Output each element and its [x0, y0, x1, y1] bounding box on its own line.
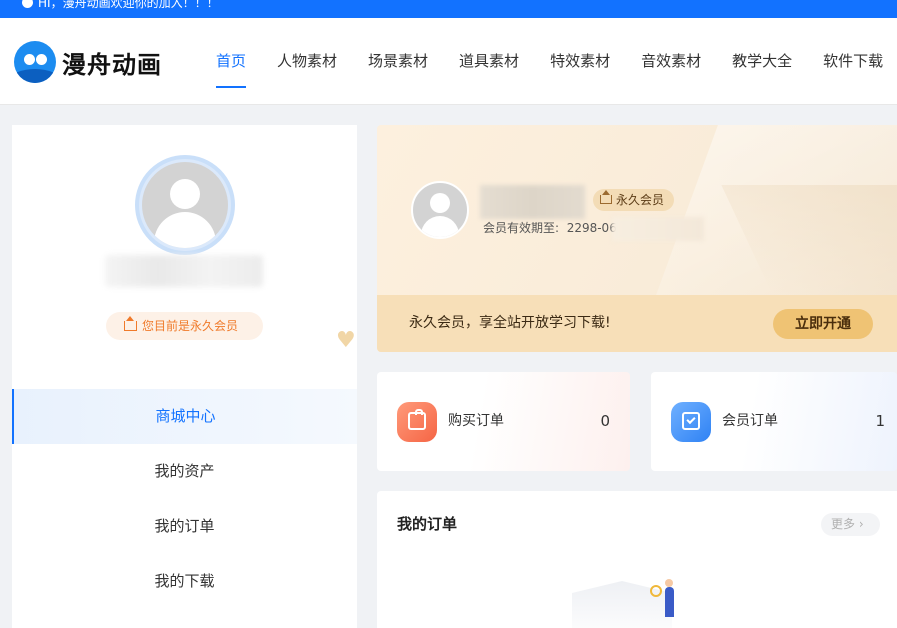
- open-vip-button[interactable]: 立即开通: [773, 309, 873, 339]
- checklist-icon: [671, 402, 711, 442]
- sidebar-item-shop-center[interactable]: 商城中心: [12, 389, 357, 444]
- nav-item-effects[interactable]: 特效素材: [550, 18, 610, 105]
- logo-icon: [14, 41, 56, 83]
- my-orders-title: 我的订单: [397, 515, 458, 533]
- heart-icon: ♥: [336, 328, 356, 353]
- purchase-orders-count: 0: [600, 412, 610, 430]
- vip-status-text: 您目前是永久会员: [142, 319, 239, 333]
- user-sidebar: 您目前是永久会员 ♥ 商城中心 我的资产 我的订单 我的下载: [12, 125, 357, 628]
- purchase-orders-card[interactable]: 购买订单 0: [377, 372, 630, 471]
- nav-item-scene[interactable]: 场景素材: [368, 18, 428, 105]
- vip-orders-card[interactable]: 会员订单 1: [651, 372, 897, 471]
- greeting-text: HI，漫舟动画欢迎你的加入！！！: [38, 0, 219, 10]
- vip-expire-redacted: [612, 217, 704, 241]
- sidebar-item-my-orders[interactable]: 我的订单: [12, 499, 357, 554]
- vip-tag: 永久会员: [593, 189, 675, 211]
- crown-icon: [124, 315, 137, 331]
- nav-item-software[interactable]: 软件下载: [823, 18, 883, 105]
- site-logo[interactable]: 漫舟动画: [14, 41, 162, 83]
- main-nav: 首页 人物素材 场景素材 道具素材 特效素材 音效素材 教学大全 软件下载: [200, 18, 897, 105]
- vip-username-redacted: [480, 185, 585, 219]
- vip-promo-bar: 永久会员，享全站开放学习下载! 立即开通: [377, 295, 897, 352]
- vip-expire-label: 会员有效期至:: [483, 221, 560, 235]
- nav-item-sound[interactable]: 音效素材: [641, 18, 701, 105]
- more-button[interactable]: 更多 ›: [821, 513, 880, 536]
- avatar[interactable]: [135, 155, 235, 255]
- nav-item-props[interactable]: 道具素材: [459, 18, 519, 105]
- nav-item-character[interactable]: 人物素材: [277, 18, 337, 105]
- my-orders-panel: 我的订单 更多 ›: [377, 491, 897, 628]
- nav-item-tutorials[interactable]: 教学大全: [732, 18, 792, 105]
- vip-card: 永久会员 会员有效期至: 2298-06 永久会员，享全站开放学习下载! 立即开…: [377, 125, 897, 352]
- empty-state-illustration: [557, 571, 707, 628]
- vip-status-badge: 您目前是永久会员: [106, 312, 263, 340]
- gift-icon: [397, 402, 437, 442]
- sidebar-menu: 商城中心 我的资产 我的订单 我的下载: [12, 389, 357, 609]
- vip-expire: 会员有效期至: 2298-06: [483, 219, 617, 236]
- top-announcement-bar: HI，漫舟动画欢迎你的加入！！！: [0, 0, 897, 18]
- vip-promo-text: 永久会员，享全站开放学习下载!: [409, 315, 611, 331]
- vip-expire-value: 2298-06: [566, 221, 617, 235]
- vip-orders-label: 会员订单: [722, 413, 778, 429]
- nav-item-home[interactable]: 首页: [216, 18, 247, 105]
- github-icon: [22, 0, 33, 8]
- vip-orders-count: 1: [875, 412, 885, 430]
- sidebar-item-my-downloads[interactable]: 我的下载: [12, 554, 357, 609]
- site-header: 漫舟动画 首页 人物素材 场景素材 道具素材 特效素材 音效素材 教学大全 软件…: [0, 18, 897, 105]
- crown-icon: [600, 190, 612, 204]
- vip-avatar: [411, 181, 469, 239]
- purchase-orders-label: 购买订单: [448, 413, 504, 429]
- sidebar-item-my-assets[interactable]: 我的资产: [12, 444, 357, 499]
- logo-text: 漫舟动画: [62, 49, 162, 79]
- vip-tag-text: 永久会员: [616, 193, 665, 207]
- username-redacted: [105, 255, 263, 287]
